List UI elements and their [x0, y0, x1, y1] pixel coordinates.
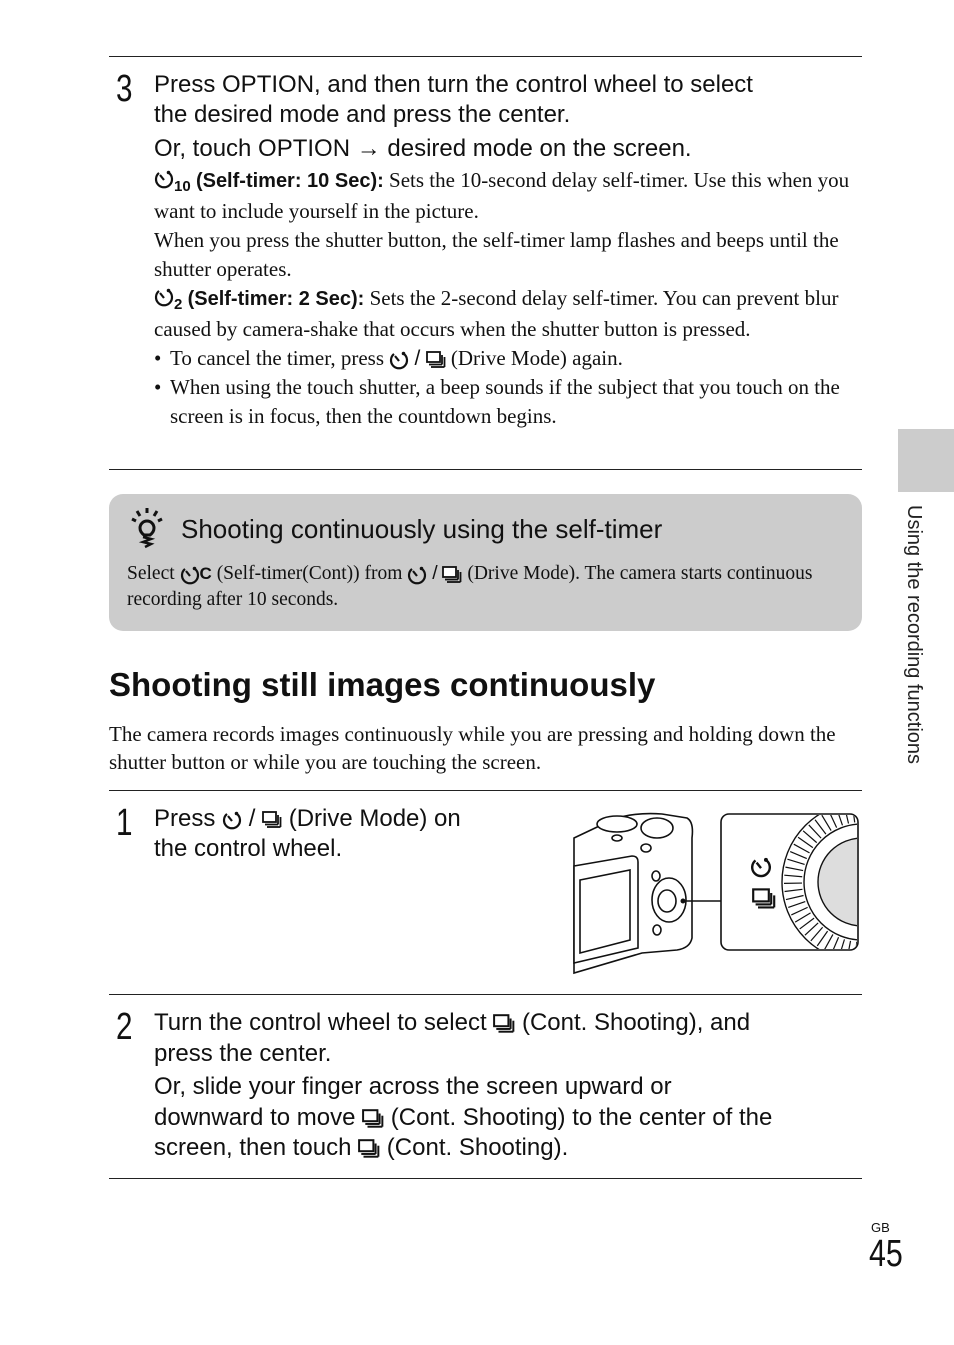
step-3-line-1: Press OPTION, and then turn the control … — [154, 71, 753, 98]
step-3-line-2: the desired mode and press the center. — [154, 101, 571, 128]
section-intro: The camera records images continuously w… — [109, 722, 836, 774]
arrow-icon: → — [356, 135, 381, 162]
step-3-line-3-prefix: Or, touch OPTION — [154, 135, 357, 162]
chapter-side-tab — [898, 429, 954, 492]
step-1-prefix: Press — [154, 805, 223, 832]
tip-box: Shooting continuously using the self-tim… — [109, 494, 862, 631]
timer-2-subscript: 2 — [174, 296, 183, 313]
self-timer-icon — [154, 287, 174, 307]
hint-lightbulb-icon — [131, 508, 163, 549]
tip-title: Shooting continuously using the self-tim… — [181, 514, 663, 544]
step-3-details: 10 (Self-timer: 10 Sec): Sets the 10-sec… — [154, 166, 864, 431]
camera-control-wheel-illustration — [573, 812, 859, 975]
timer-10-extra: When you press the shutter button, the s… — [154, 228, 839, 281]
self-timer-icon — [407, 565, 427, 585]
step-3-bottom-rule — [109, 469, 862, 470]
step-3-line-3-suffix: desired mode on the screen. — [380, 135, 692, 162]
step-1-bottom-rule — [109, 994, 862, 995]
section-heading: Shooting still images continuously — [109, 666, 656, 703]
timer-10-paragraph: 10 (Self-timer: 10 Sec): Sets the 10-sec… — [154, 166, 864, 226]
chapter-side-label-text: Using the recording functions — [903, 505, 925, 765]
step-1-suffix: (Drive Mode) on — [282, 805, 461, 832]
bullet-cancel-timer: To cancel the timer, press / (Drive Mode… — [154, 344, 864, 373]
tip-body-1: Select — [127, 563, 180, 584]
step-1-line-2: the control wheel. — [154, 835, 343, 862]
slash: / — [248, 805, 256, 832]
step-2-line-3: Or, slide your finger across the screen … — [154, 1073, 672, 1100]
step-2-line-2: press the center. — [154, 1040, 332, 1067]
step-2-bottom-rule — [109, 1178, 862, 1179]
step-2-number: 2 — [116, 1006, 133, 1048]
step-2-line-1-suffix: (Cont. Shooting), and — [515, 1009, 751, 1036]
step-2-line-4-prefix: downward to move — [154, 1104, 363, 1131]
self-timer-icon — [154, 169, 174, 189]
step-3-line-3: Or, touch OPTION → desired mode on the s… — [154, 134, 692, 164]
bullet-text: When using the touch shutter, a beep sou… — [170, 375, 840, 428]
step-1-line-1: Press / (Drive Mode) on — [154, 804, 461, 834]
tip-body-2: (Self-timer(Cont)) from — [211, 563, 408, 584]
step-1-number: 1 — [116, 802, 133, 844]
self-timer-icon — [389, 350, 409, 370]
page-number: 45 — [869, 1233, 903, 1275]
bullet-text: To cancel the timer, press — [170, 346, 390, 370]
cont-shooting-icon — [358, 1139, 380, 1159]
step-2-line-5-prefix: screen, then touch — [154, 1134, 359, 1161]
cont-shooting-icon — [262, 811, 282, 829]
self-timer-icon — [222, 810, 242, 830]
step-2-line-5-suffix: (Cont. Shooting). — [380, 1134, 569, 1161]
cont-shooting-icon — [493, 1014, 515, 1034]
control-wheel-closeup — [720, 813, 859, 951]
slash: / — [432, 562, 438, 584]
step-2-line-5: screen, then touch (Cont. Shooting). — [154, 1133, 568, 1163]
bullet-text-suffix: (Drive Mode) again. — [445, 346, 623, 370]
top-rule — [109, 56, 862, 57]
step-3-number: 3 — [116, 68, 133, 110]
step-2-line-4-suffix: (Cont. Shooting) to the center of the — [384, 1104, 773, 1131]
step-2-line-1-prefix: Turn the control wheel to select — [154, 1009, 494, 1036]
timer-2-paragraph: 2 (Self-timer: 2 Sec): Sets the 2-second… — [154, 284, 864, 344]
section-rule — [109, 790, 862, 791]
timer-10-label: (Self-timer: 10 Sec): — [195, 170, 384, 192]
timer-2-label: (Self-timer: 2 Sec): — [187, 288, 365, 310]
cont-shooting-icon — [442, 566, 462, 584]
timer-10-subscript: 10 — [174, 178, 191, 195]
self-timer-cont-icon — [180, 565, 200, 585]
step-2-line-4: downward to move (Cont. Shooting) to the… — [154, 1103, 772, 1133]
tip-body: Select C (Self-timer(Cont)) from / (Driv… — [127, 560, 847, 613]
cont-shooting-icon — [362, 1109, 384, 1129]
bullet-touch-shutter: When using the touch shutter, a beep sou… — [154, 373, 864, 431]
chapter-side-label: Using the recording functions — [897, 505, 927, 835]
step-2-line-1: Turn the control wheel to select (Cont. … — [154, 1008, 750, 1038]
slash: / — [414, 347, 421, 370]
cont-shooting-icon — [426, 351, 446, 369]
cont-c-glyph: C — [199, 564, 212, 583]
camera-body — [573, 812, 694, 975]
